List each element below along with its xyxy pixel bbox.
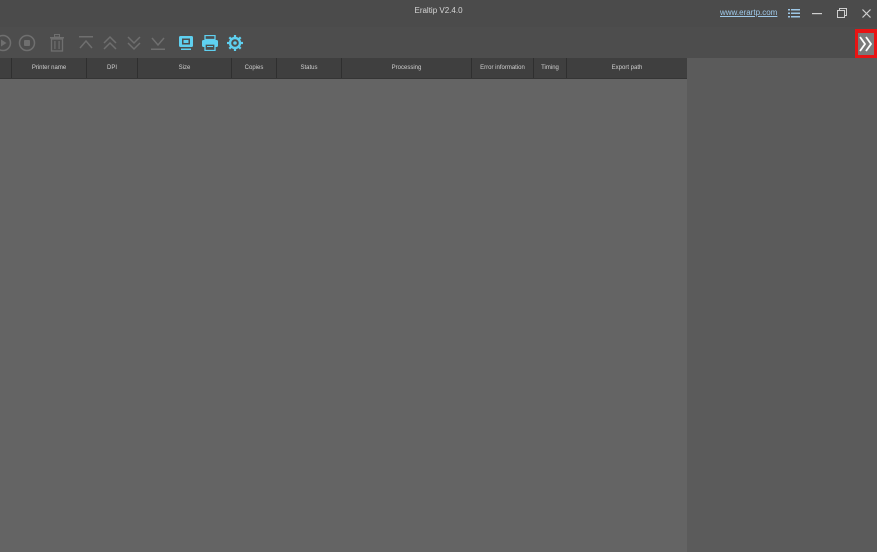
move-to-top-button[interactable] bbox=[75, 32, 97, 54]
move-to-top-icon bbox=[79, 36, 93, 49]
minimize-button[interactable] bbox=[806, 4, 828, 22]
move-up-button[interactable] bbox=[99, 32, 121, 54]
move-down-icon bbox=[127, 36, 141, 51]
printer-settings-button[interactable] bbox=[224, 32, 246, 54]
column-header-printer-name[interactable]: Printer name bbox=[12, 58, 87, 78]
toolbar bbox=[0, 27, 877, 58]
delete-icon bbox=[50, 34, 64, 52]
print-button[interactable] bbox=[199, 32, 221, 54]
title-bar: Eraltip V2.4.0 www.erartp.com bbox=[0, 0, 877, 27]
menu-icon bbox=[788, 9, 800, 18]
column-header-error-information[interactable]: Error information bbox=[472, 58, 534, 78]
move-up-icon bbox=[103, 35, 117, 50]
right-side-panel bbox=[687, 58, 877, 552]
start-icon bbox=[0, 34, 12, 52]
print-queue-table[interactable]: Printer name DPI Size Copies Status Proc… bbox=[0, 58, 687, 552]
website-link[interactable]: www.erartp.com bbox=[720, 8, 777, 17]
restore-icon bbox=[837, 8, 847, 18]
print-icon bbox=[202, 35, 218, 51]
move-to-bottom-button[interactable] bbox=[147, 32, 169, 54]
column-header-size[interactable]: Size bbox=[138, 58, 232, 78]
preview-button[interactable] bbox=[175, 32, 197, 54]
column-header-status[interactable]: Status bbox=[277, 58, 342, 78]
move-down-button[interactable] bbox=[123, 32, 145, 54]
start-button[interactable] bbox=[0, 32, 14, 54]
column-header-copies[interactable]: Copies bbox=[232, 58, 277, 78]
printer-settings-icon bbox=[227, 35, 243, 51]
table-header: Printer name DPI Size Copies Status Proc… bbox=[0, 58, 687, 79]
minimize-icon bbox=[812, 13, 822, 15]
column-header-export-path[interactable]: Export path bbox=[567, 58, 687, 78]
close-button[interactable] bbox=[855, 4, 877, 22]
preview-icon bbox=[179, 36, 193, 50]
restore-button[interactable] bbox=[831, 4, 853, 22]
stop-icon bbox=[18, 34, 36, 52]
expand-panel-button[interactable] bbox=[855, 29, 877, 59]
column-header-timing[interactable]: Timing bbox=[534, 58, 567, 78]
menu-button[interactable] bbox=[783, 4, 805, 22]
expand-button-face bbox=[858, 33, 874, 55]
column-header-processing[interactable]: Processing bbox=[342, 58, 472, 78]
column-header-select[interactable] bbox=[0, 58, 12, 78]
move-to-bottom-icon bbox=[151, 37, 165, 50]
stop-button[interactable] bbox=[16, 32, 38, 54]
close-icon bbox=[861, 8, 871, 18]
double-chevron-right-icon bbox=[859, 36, 873, 52]
column-header-dpi[interactable]: DPI bbox=[87, 58, 138, 78]
delete-button[interactable] bbox=[46, 32, 68, 54]
